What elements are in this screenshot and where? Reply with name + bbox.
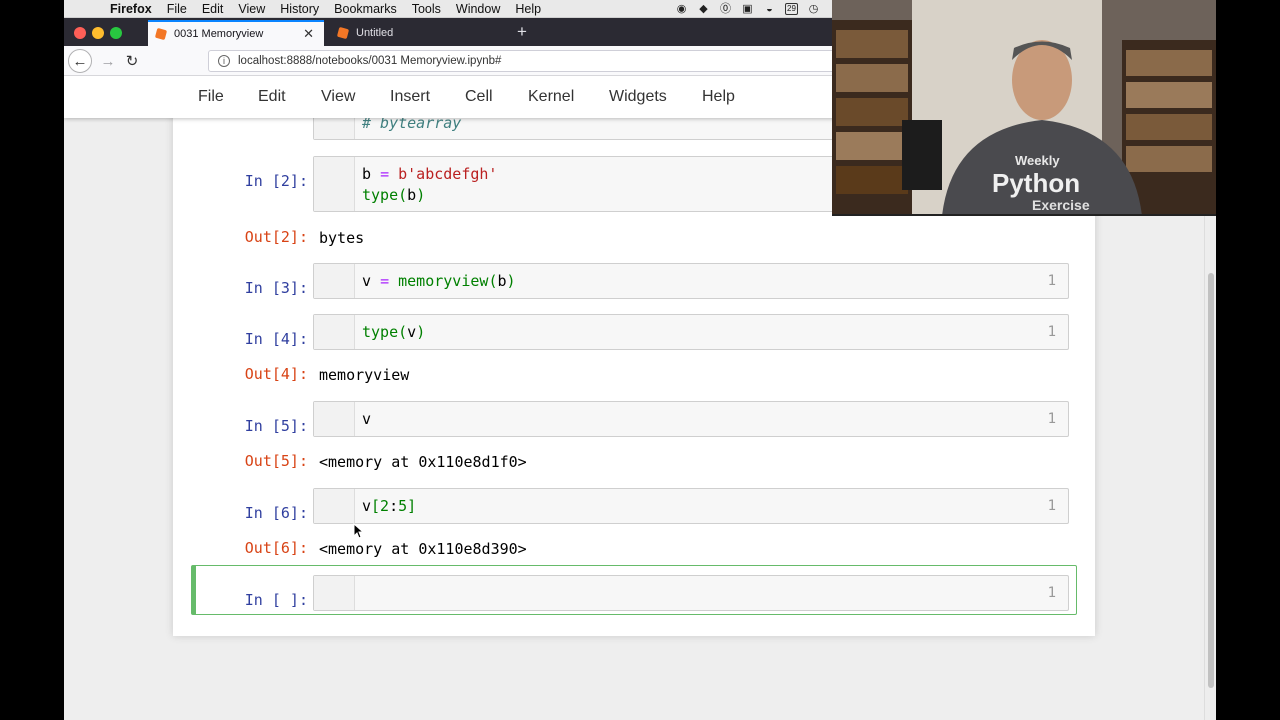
navigation-bar: ← → ↻ i localhost:8888/notebooks/0031 Me… bbox=[64, 46, 848, 76]
code-input[interactable]: 1 type(v) bbox=[313, 314, 1069, 350]
calendar-icon[interactable]: 29 bbox=[785, 2, 798, 15]
jupyter-menu-view[interactable]: View bbox=[321, 88, 355, 106]
menu-help[interactable]: Help bbox=[515, 2, 541, 16]
back-arrow-icon[interactable]: ← bbox=[68, 49, 92, 73]
code-line: v bbox=[362, 410, 372, 428]
code-line: b = b'abcdefgh' bbox=[362, 165, 498, 183]
minimize-window-button[interactable] bbox=[92, 27, 104, 39]
output-prompt: Out[6]: bbox=[244, 539, 308, 557]
menu-view[interactable]: View bbox=[238, 2, 265, 16]
jupyter-menu-insert[interactable]: Insert bbox=[390, 88, 430, 106]
wifi-icon[interactable]: ◒ bbox=[763, 3, 776, 15]
code-line: type(b) bbox=[362, 186, 426, 204]
jupyter-menu-kernel[interactable]: Kernel bbox=[528, 88, 574, 106]
menu-history[interactable]: History bbox=[280, 2, 319, 16]
line-number: 1 bbox=[1047, 273, 1056, 289]
line-gutter bbox=[314, 489, 355, 523]
line-gutter bbox=[314, 157, 355, 211]
zoom-window-button[interactable] bbox=[110, 27, 122, 39]
reload-icon[interactable]: ↻ bbox=[120, 50, 144, 72]
cell-output: <memory at 0x110e8d390> bbox=[319, 540, 527, 558]
menu-window[interactable]: Window bbox=[456, 2, 500, 16]
jupyter-menu-widgets[interactable]: Widgets bbox=[609, 88, 667, 106]
line-number: 1 bbox=[1047, 498, 1056, 514]
scrollbar-thumb[interactable] bbox=[1208, 273, 1214, 688]
forward-arrow-icon[interactable]: → bbox=[96, 50, 120, 72]
line-gutter bbox=[314, 576, 355, 610]
tab-untitled[interactable]: Untitled bbox=[330, 20, 506, 46]
input-prompt: In [5]: bbox=[244, 417, 308, 435]
input-prompt: In [3]: bbox=[244, 279, 308, 297]
code-line: type(v) bbox=[362, 323, 426, 341]
jupyter-menu-edit[interactable]: Edit bbox=[258, 88, 286, 106]
menu-bookmarks[interactable]: Bookmarks bbox=[334, 2, 397, 16]
webcam-overlay: Weekly Python Exercise bbox=[832, 0, 1216, 216]
code-line: v = memoryview(b) bbox=[362, 272, 516, 290]
input-prompt: In [6]: bbox=[244, 504, 308, 522]
close-window-button[interactable] bbox=[74, 27, 86, 39]
menu-file[interactable]: File bbox=[167, 2, 187, 16]
shirt-text: Weekly bbox=[1015, 153, 1060, 168]
treadmill bbox=[902, 120, 942, 190]
menu-app-name[interactable]: Firefox bbox=[110, 2, 152, 16]
new-tab-icon[interactable]: + bbox=[512, 21, 532, 43]
tab-title: 0031 Memoryview bbox=[174, 28, 264, 40]
line-number: 1 bbox=[1047, 585, 1056, 601]
line-number: 1 bbox=[1047, 324, 1056, 340]
messages-icon[interactable]: ▣ bbox=[741, 3, 754, 15]
shirt-text: Python bbox=[992, 168, 1080, 198]
url-text: localhost:8888/notebooks/0031 Memoryview… bbox=[238, 55, 502, 67]
input-prompt: In [ ]: bbox=[244, 591, 308, 609]
code-input[interactable]: 1 bbox=[313, 575, 1069, 611]
code-input[interactable]: 1 v bbox=[313, 401, 1069, 437]
code-input[interactable]: 1 v = memoryview(b) bbox=[313, 263, 1069, 299]
output-prompt: Out[5]: bbox=[244, 452, 308, 470]
line-gutter bbox=[314, 264, 355, 298]
url-bar[interactable]: i localhost:8888/notebooks/0031 Memoryvi… bbox=[208, 50, 848, 72]
record-icon[interactable]: ◉ bbox=[675, 3, 688, 15]
left-letterbox bbox=[0, 0, 64, 720]
line-number: 1 bbox=[1047, 411, 1056, 427]
menu-tools[interactable]: Tools bbox=[412, 2, 441, 16]
code-input[interactable]: 1 v[2:5] bbox=[313, 488, 1069, 524]
tab-strip: 0031 Memoryview ✕ Untitled + bbox=[64, 18, 832, 46]
jupyter-menu-help[interactable]: Help bbox=[702, 88, 735, 106]
output-prompt: Out[2]: bbox=[244, 228, 308, 246]
cell-output: memoryview bbox=[319, 366, 410, 384]
jupyter-favicon-icon bbox=[336, 26, 350, 40]
close-tab-icon[interactable]: ✕ bbox=[303, 26, 314, 42]
output-prompt: Out[4]: bbox=[244, 365, 308, 383]
dropbox-icon[interactable]: ◆ bbox=[697, 3, 710, 15]
tab-0031-memoryview[interactable]: 0031 Memoryview ✕ bbox=[148, 20, 324, 46]
input-prompt: In [2]: bbox=[244, 172, 308, 190]
line-gutter bbox=[314, 402, 355, 436]
shirt-text: Exercise bbox=[1032, 197, 1090, 213]
input-prompt: In [4]: bbox=[244, 330, 308, 348]
1password-icon[interactable]: ⓪ bbox=[719, 3, 732, 15]
webcam-scene: Weekly Python Exercise bbox=[832, 0, 1216, 214]
cell-output: <memory at 0x110e8d1f0> bbox=[319, 453, 527, 471]
jupyter-menu-cell[interactable]: Cell bbox=[465, 88, 493, 106]
jupyter-menu-file[interactable]: File bbox=[198, 88, 224, 106]
code-line: v[2:5] bbox=[362, 497, 417, 515]
cell-output: bytes bbox=[319, 229, 365, 247]
info-icon[interactable]: i bbox=[218, 55, 230, 67]
mouse-cursor-icon bbox=[353, 523, 363, 539]
time-machine-icon[interactable]: ◷ bbox=[807, 3, 820, 15]
line-gutter bbox=[314, 315, 355, 349]
tab-title: Untitled bbox=[356, 27, 394, 39]
macos-menu-bar: Firefox File Edit View History Bookmarks… bbox=[64, 0, 832, 18]
right-letterbox bbox=[1216, 0, 1280, 720]
jupyter-favicon-icon bbox=[154, 27, 168, 41]
status-icons: ◉ ◆ ⓪ ▣ ◒ 29 ◷ bbox=[675, 2, 820, 15]
menu-edit[interactable]: Edit bbox=[202, 2, 224, 16]
